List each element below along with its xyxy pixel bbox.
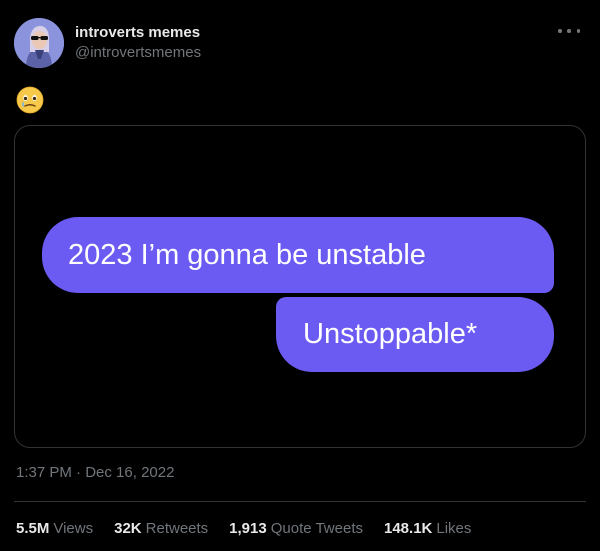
timestamp[interactable]: 1:37 PM · Dec 16, 2022 xyxy=(16,464,174,481)
stat-label: Retweets xyxy=(145,520,209,537)
message-1-text: 2023 I’m gonna be unstable xyxy=(68,238,426,271)
timestamp-separator: · xyxy=(76,464,82,481)
handle[interactable]: @introvertsmemes xyxy=(75,44,201,62)
stat-label: Quote Tweets xyxy=(270,520,363,537)
stat-label: Likes xyxy=(436,520,472,537)
message-2-text: Unstoppable* xyxy=(303,318,478,350)
stat-value: 148.1K xyxy=(384,520,433,537)
stat-value: 5.5M xyxy=(16,520,50,537)
stat-retweets[interactable]: 32K Retweets xyxy=(114,520,208,537)
stat-views[interactable]: 5.5M Views xyxy=(16,520,93,537)
message-bubble-1: 2023 I’m gonna be unstable xyxy=(42,217,554,293)
tweet: introverts memes @introvertsmemes 2023 I… xyxy=(0,0,600,551)
time: 1:37 PM xyxy=(16,464,72,481)
stat-quote-tweets[interactable]: 1,913 Quote Tweets xyxy=(229,520,363,537)
stat-value: 32K xyxy=(114,520,142,537)
display-name[interactable]: introverts memes xyxy=(75,24,201,42)
stat-likes[interactable]: 148.1K Likes xyxy=(384,520,471,537)
face-holding-back-tears-emoji-icon xyxy=(16,86,44,114)
more-options-icon[interactable] xyxy=(558,26,580,36)
stat-value: 1,913 xyxy=(229,520,267,537)
tweet-text xyxy=(16,86,46,116)
avatar[interactable] xyxy=(14,18,64,68)
date: Dec 16, 2022 xyxy=(85,464,175,481)
author-block: introverts memes @introvertsmemes xyxy=(75,24,201,62)
divider xyxy=(14,501,586,502)
avatar-image xyxy=(14,18,64,68)
engagement-stats: 5.5M Views 32K Retweets 1,913 Quote Tweets … xyxy=(16,520,492,537)
message-bubble-2: Unstoppable* xyxy=(276,297,554,372)
stat-label: Views xyxy=(53,520,94,537)
media-image[interactable]: 2023 I’m gonna be unstable Unstoppable* xyxy=(14,125,586,448)
